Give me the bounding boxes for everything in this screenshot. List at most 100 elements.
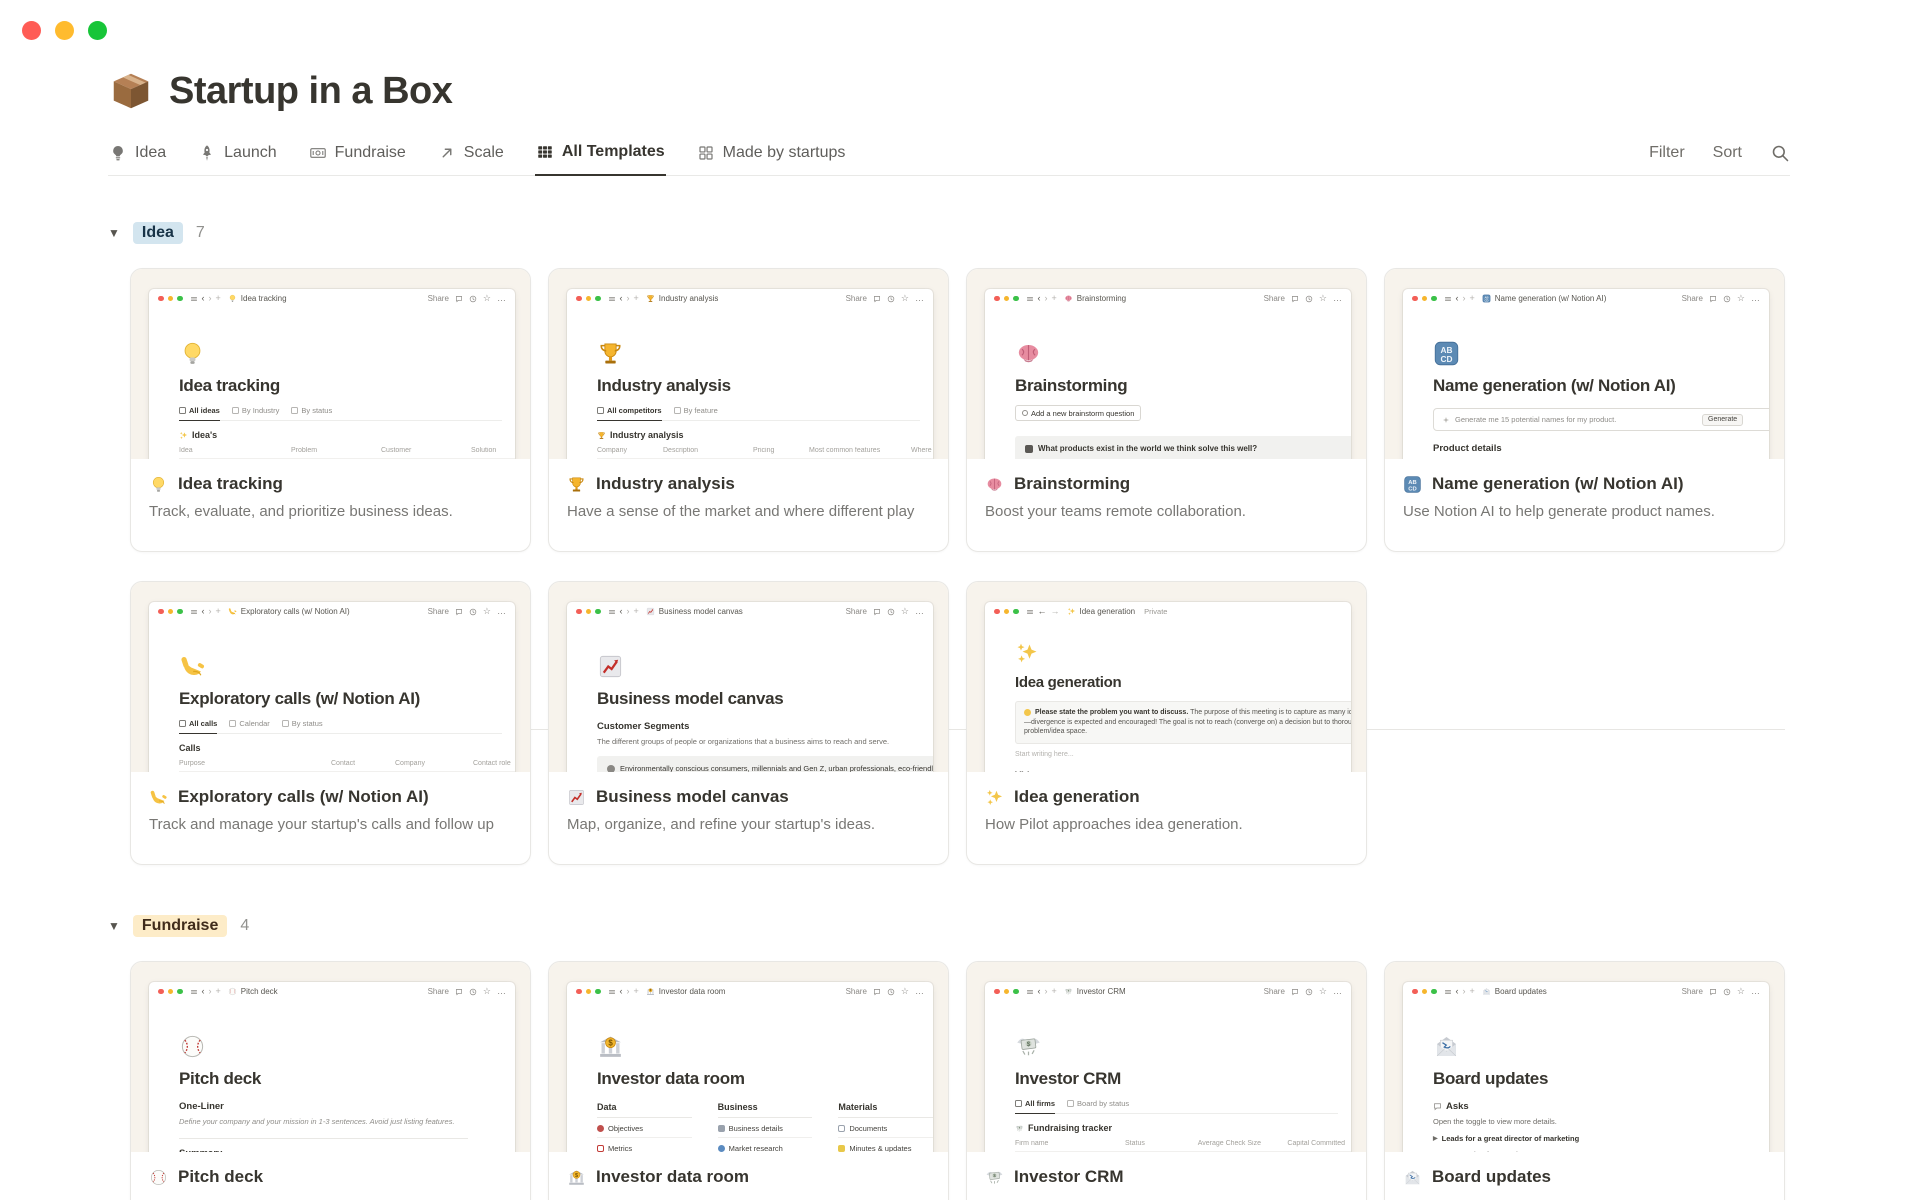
toggle-triangle-icon: ▶ bbox=[1433, 1151, 1438, 1152]
sparkles-emoji bbox=[1015, 641, 1039, 665]
briefcase-icon bbox=[717, 1125, 725, 1132]
idea-card-grid: ‹ › + Idea tracking Share ☆… Idea tracking… bbox=[130, 268, 1790, 865]
tab-idea[interactable]: Idea bbox=[108, 131, 167, 175]
zoom-window-button[interactable] bbox=[88, 21, 107, 40]
open-envelope-emoji bbox=[1403, 1168, 1422, 1187]
trophy-emoji bbox=[567, 475, 586, 494]
squares-icon bbox=[697, 144, 715, 162]
more-icon: … bbox=[915, 293, 924, 303]
card-description: How Pilot approaches idea generation. bbox=[985, 816, 1243, 833]
menu-icon bbox=[608, 608, 616, 616]
template-nav: Idea Launch Fundraise Scale All Template… bbox=[108, 130, 1790, 176]
window-controls bbox=[22, 21, 107, 40]
section-count: 4 bbox=[240, 917, 250, 934]
money-with-wings-emoji bbox=[1064, 987, 1073, 996]
menu-icon bbox=[1026, 988, 1034, 996]
bank-emoji bbox=[646, 987, 655, 996]
comment-icon bbox=[1291, 295, 1299, 303]
comment-icon bbox=[455, 988, 463, 996]
card-description: Map, organize, and refine your startup's… bbox=[567, 816, 876, 833]
more-icon: … bbox=[1751, 986, 1760, 996]
comment-icon bbox=[1433, 1102, 1442, 1111]
chart-increasing-emoji bbox=[567, 788, 586, 807]
template-card-industry-analysis[interactable]: ‹ › + Industry analysis Share ☆… Industry … bbox=[548, 268, 949, 552]
template-card-exploratory-calls[interactable]: ‹ › + Exploratory calls (w/ Notion AI) Sha… bbox=[130, 581, 531, 865]
abcd-emoji bbox=[1433, 340, 1460, 367]
money-with-wings-emoji bbox=[1015, 1033, 1042, 1060]
close-window-button[interactable] bbox=[22, 21, 41, 40]
baseball-emoji bbox=[179, 1033, 206, 1060]
collapse-toggle-icon[interactable]: ▼ bbox=[108, 226, 120, 240]
template-card-investor-data-room[interactable]: ‹ › + Investor data room Share ☆… Investor… bbox=[548, 961, 949, 1200]
memo-icon bbox=[838, 1145, 846, 1152]
menu-icon bbox=[608, 988, 616, 996]
baseball-emoji bbox=[228, 987, 237, 996]
clock-icon bbox=[887, 988, 895, 996]
mini-titlebar: ‹ › + Exploratory calls (w/ Notion AI) Sha… bbox=[149, 602, 515, 621]
section-badge-idea[interactable]: Idea bbox=[132, 222, 183, 244]
lightbulb-icon bbox=[109, 144, 127, 162]
more-icon: … bbox=[915, 606, 924, 616]
tab-launch[interactable]: Launch bbox=[197, 131, 278, 175]
menu-icon bbox=[190, 608, 198, 616]
sort-button[interactable]: Sort bbox=[1713, 144, 1742, 162]
star-icon: ☆ bbox=[482, 293, 491, 303]
mini-titlebar: ‹ › + Investor data room Share ☆… bbox=[567, 982, 933, 1001]
bank-emoji bbox=[567, 1168, 586, 1187]
tab-all-templates[interactable]: All Templates bbox=[534, 130, 666, 176]
board-icon bbox=[1025, 444, 1033, 453]
baseball-emoji bbox=[149, 1168, 168, 1187]
comment-icon bbox=[455, 608, 463, 616]
money-with-wings-emoji bbox=[985, 1168, 1004, 1187]
template-card-brainstorming[interactable]: ‹ › + Brainstorming Share ☆… Brainstorming… bbox=[966, 268, 1367, 552]
clock-icon bbox=[1723, 295, 1731, 303]
card-title: Idea tracking bbox=[178, 474, 283, 493]
template-card-idea-generation[interactable]: ← → Idea generation Private Idea generati… bbox=[966, 581, 1367, 865]
minimize-window-button[interactable] bbox=[55, 21, 74, 40]
bank-emoji bbox=[597, 1033, 624, 1060]
star-icon: ☆ bbox=[482, 986, 491, 996]
template-card-idea-tracking[interactable]: ‹ › + Idea tracking Share ☆… Idea tracking… bbox=[130, 268, 531, 552]
template-card-business-model-canvas[interactable]: ‹ › + Business model canvas Share ☆… Busin… bbox=[548, 581, 949, 865]
template-card-board-updates[interactable]: ‹ › + Board updates Share ☆… Board updates… bbox=[1384, 961, 1785, 1200]
section-badge-fundraise[interactable]: Fundraise bbox=[132, 915, 228, 937]
tab-fundraise[interactable]: Fundraise bbox=[308, 131, 407, 175]
section-header-fundraise: ▼ Fundraise 4 bbox=[108, 915, 1790, 937]
mini-titlebar: ← → Idea generation Private bbox=[985, 602, 1351, 621]
mini-titlebar: ‹ › + Business model canvas Share ☆… bbox=[567, 602, 933, 621]
tab-made-by-startups[interactable]: Made by startups bbox=[696, 131, 847, 175]
light-bulb-emoji bbox=[228, 294, 237, 303]
brain-emoji bbox=[1064, 294, 1073, 303]
dartboard-icon bbox=[597, 1125, 604, 1132]
abcd-emoji bbox=[1482, 294, 1491, 303]
search-icon[interactable] bbox=[1770, 143, 1790, 163]
template-card-name-generation[interactable]: ‹ › + Name generation (w/ Notion AI) Share… bbox=[1384, 268, 1785, 552]
more-icon: … bbox=[497, 986, 506, 996]
toggle-triangle-icon: ▶ bbox=[1433, 1136, 1438, 1142]
template-card-pitch-deck[interactable]: ‹ › + Pitch deck Share ☆… Pitch deck One-L… bbox=[130, 961, 531, 1200]
card-title: Idea generation bbox=[1014, 787, 1140, 806]
clock-icon bbox=[887, 608, 895, 616]
globe-icon bbox=[717, 1145, 725, 1152]
card-title: Industry analysis bbox=[596, 474, 735, 493]
more-icon: … bbox=[1751, 293, 1760, 303]
brain-emoji bbox=[1015, 340, 1042, 367]
page-title: Startup in a Box bbox=[169, 69, 453, 112]
filter-button[interactable]: Filter bbox=[1649, 144, 1685, 162]
brain-emoji bbox=[985, 475, 1004, 494]
tab-scale[interactable]: Scale bbox=[437, 131, 505, 175]
clock-icon bbox=[469, 295, 477, 303]
comment-icon bbox=[1709, 988, 1717, 996]
menu-icon bbox=[190, 988, 198, 996]
ai-prompt-field: Generate me 15 potential names for my pr… bbox=[1433, 408, 1769, 431]
comment-icon bbox=[1291, 988, 1299, 996]
collapse-toggle-icon[interactable]: ▼ bbox=[108, 919, 120, 933]
mini-titlebar: ‹ › + Industry analysis Share ☆… bbox=[567, 289, 933, 308]
call-me-hand-emoji bbox=[179, 653, 206, 680]
chart-increasing-emoji bbox=[597, 653, 624, 680]
template-card-investor-crm[interactable]: ‹ › + Investor CRM Share ☆… Investor CRM A… bbox=[966, 961, 1367, 1200]
comment-icon bbox=[873, 608, 881, 616]
comment-icon bbox=[873, 295, 881, 303]
more-icon: … bbox=[497, 606, 506, 616]
card-title: Business model canvas bbox=[596, 787, 789, 806]
